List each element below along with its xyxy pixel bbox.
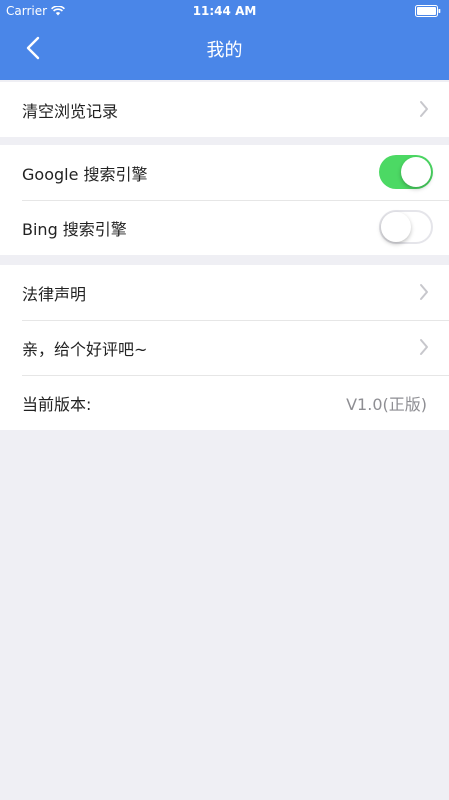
status-bar: Carrier 11:44 AM [0,0,449,22]
settings-group-history: 清空浏览记录 [0,82,449,137]
row-label: 亲，给个好评吧~ [22,339,148,359]
settings-group-search-engines: Google 搜索引擎 Bing 搜索引擎 [0,145,449,255]
google-search-row: Google 搜索引擎 [0,145,449,200]
settings-group-about: 法律声明 亲，给个好评吧~ 当前版本: V1.0(正版) [0,265,449,430]
bing-search-toggle[interactable] [379,210,433,244]
clear-history-row[interactable]: 清空浏览记录 [0,82,449,137]
toggle-knob [401,157,431,187]
google-search-toggle[interactable] [379,155,433,189]
rate-app-row[interactable]: 亲，给个好评吧~ [0,320,449,375]
row-label: Bing 搜索引擎 [22,219,127,239]
toggle-knob [381,212,411,242]
bing-search-row: Bing 搜索引擎 [0,200,449,255]
row-label: Google 搜索引擎 [22,164,148,184]
battery-icon [415,5,441,20]
row-label: 清空浏览记录 [22,101,119,121]
status-time: 11:44 AM [192,4,257,18]
version-row: 当前版本: V1.0(正版) [0,375,449,430]
chevron-right-icon [420,339,428,355]
page-title: 我的 [206,40,243,61]
chevron-right-icon [420,101,428,117]
chevron-right-icon [420,284,428,300]
version-value: V1.0(正版) [346,394,427,414]
row-label: 当前版本: [22,394,92,414]
navigation-bar: Carrier 11:44 AM 我的 [0,0,449,80]
legal-notice-row[interactable]: 法律声明 [0,265,449,320]
row-label: 法律声明 [22,284,87,304]
